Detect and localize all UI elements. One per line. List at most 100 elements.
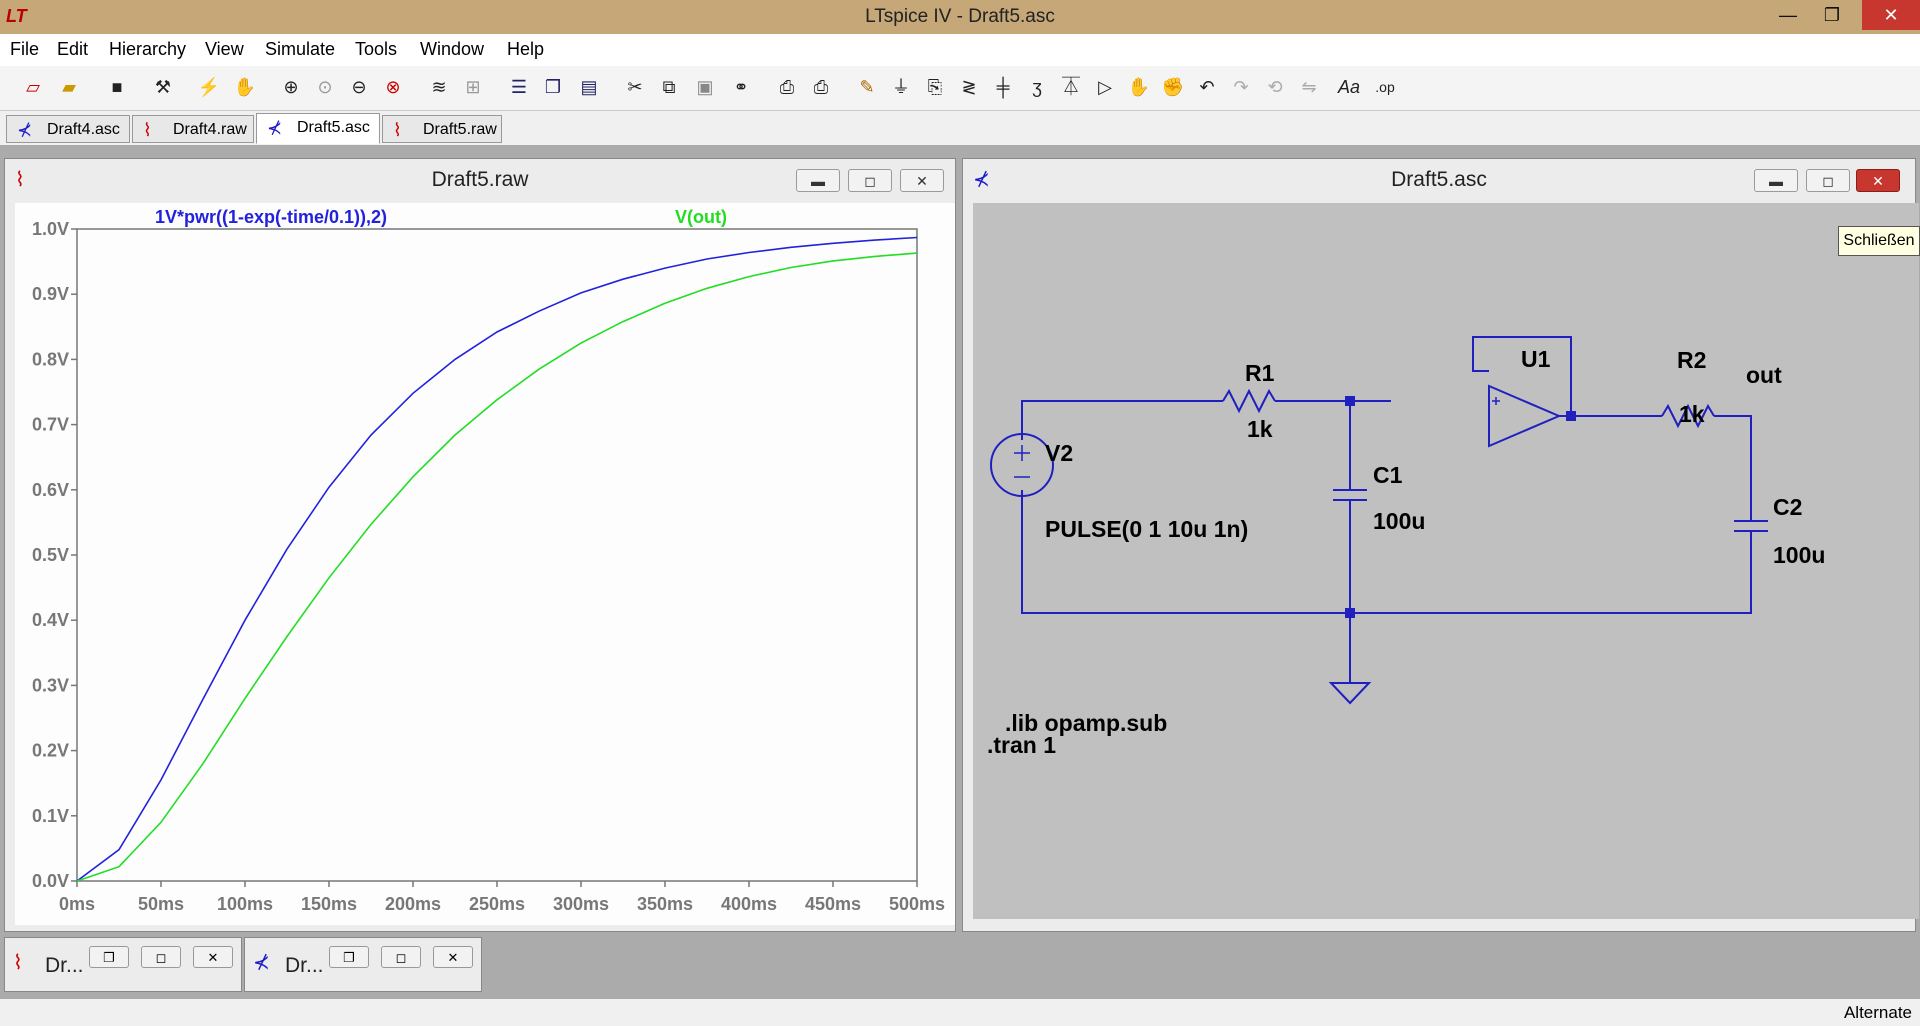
menu-help[interactable]: Help [507,39,544,60]
minimized-window-waveform[interactable]: ⌇ Dr... ❐ ◻ ✕ [4,937,242,992]
x-tick-label: 0ms [59,894,95,914]
plot-window: ⌇ Draft5.raw 1V*pwr((1-exp(-time/0.1)),2… [4,158,956,932]
wire-icon[interactable]: ✎ [854,74,880,100]
c2-value[interactable]: 100u [1773,542,1825,568]
inductor-icon[interactable]: ʒ [1024,74,1050,100]
c1-value[interactable]: 100u [1373,508,1425,534]
v2-label[interactable]: V2 [1045,440,1073,466]
menu-tools[interactable]: Tools [355,39,397,60]
cut-icon[interactable]: ✂ [622,74,648,100]
trace-label-expression[interactable]: 1V*pwr((1-exp(-time/0.1)),2) [155,207,387,227]
copy-icon[interactable]: ⧉ [656,74,682,100]
title-bar: LT LTspice IV - Draft5.asc — ❐ ✕ [0,0,1920,34]
trace-label-vout[interactable]: V(out) [675,207,727,227]
c1-label[interactable]: C1 [1373,462,1403,488]
minimized-window-label: Dr... [45,954,84,977]
plot-close-button[interactable]: ✕ [900,169,944,192]
y-tick-label: 0.6V [32,480,69,500]
move-icon[interactable]: ✋ [1126,74,1152,100]
halt-icon[interactable]: ✋ [232,74,258,100]
plot-restore-button[interactable]: ◻ [848,169,892,192]
minimized-close-button[interactable]: ✕ [433,946,473,968]
open-folder-icon[interactable]: ▰ [56,74,82,100]
resistor-icon[interactable]: ≷ [956,74,982,100]
grid-icon[interactable]: ⊞ [460,74,486,100]
tile-vertical-icon[interactable]: ▤ [576,74,602,100]
menu-simulate[interactable]: Simulate [265,39,335,60]
schematic-minimize-button[interactable]: ▬ [1754,169,1798,192]
zoom-out-icon[interactable]: ⊖ [346,74,372,100]
zoom-fit-icon[interactable]: ⊗ [380,74,406,100]
window-title: LTspice IV - Draft5.asc [865,6,1055,27]
diode-icon[interactable]: ⏄ [1058,74,1084,100]
schematic-restore-button[interactable]: ◻ [1806,169,1850,192]
print-setup-icon[interactable]: ⎙ [774,74,800,100]
minimized-restore-button[interactable]: ❐ [89,946,129,968]
r2-value[interactable]: 1k [1679,401,1705,427]
schematic-close-button[interactable]: ✕ [1856,169,1900,192]
tab-draft4-asc[interactable]: ⊀ Draft4.asc [6,115,130,143]
waveform-plot[interactable]: 1V*pwr((1-exp(-time/0.1)),2) V(out) 0.0V… [15,203,955,925]
minimized-maximize-button[interactable]: ◻ [381,946,421,968]
y-tick-label: 0.8V [32,349,69,369]
find-icon[interactable]: ⚭ [728,74,754,100]
y-tick-label: 0.0V [32,871,69,891]
print-icon[interactable]: ⎙ [808,74,834,100]
spice-directive-icon[interactable]: .op [1372,74,1398,100]
menu-hierarchy[interactable]: Hierarchy [109,39,186,60]
minimize-button[interactable]: — [1766,0,1810,30]
text-icon[interactable]: Aa [1336,74,1362,100]
menu-edit[interactable]: Edit [57,39,88,60]
x-tick-label: 150ms [301,894,357,914]
maximize-button[interactable]: ❐ [1810,0,1854,30]
status-bar: Alternate [0,998,1920,1026]
r1-value[interactable]: 1k [1247,416,1273,442]
plot-minimize-button[interactable]: ▬ [796,169,840,192]
r2-label[interactable]: R2 [1677,347,1706,373]
capacitor-icon[interactable]: ╪ [990,74,1016,100]
x-tick-label: 450ms [805,894,861,914]
tab-draft5-asc[interactable]: ⊀ Draft5.asc [256,113,380,144]
y-tick-label: 0.5V [32,545,69,565]
redo-icon[interactable]: ↷ [1228,74,1254,100]
waveform-icon: ⌇ [13,952,23,974]
zoom-in-icon[interactable]: ⊕ [278,74,304,100]
y-tick-label: 0.3V [32,675,69,695]
minimized-maximize-button[interactable]: ◻ [141,946,181,968]
v2-value[interactable]: PULSE(0 1 10u 1n) [1045,516,1248,542]
rotate-icon[interactable]: ⟲ [1262,74,1288,100]
tran-directive[interactable]: .tran 1 [987,732,1056,758]
c2-label[interactable]: C2 [1773,494,1802,520]
schematic-window: ⊀ Draft5.asc R1 1k R2 1k U1 out V2 PULSE… [962,158,1919,932]
menu-window[interactable]: Window [420,39,484,60]
minimized-close-button[interactable]: ✕ [193,946,233,968]
new-schematic-icon[interactable]: ▱ [20,74,46,100]
minimized-window-schematic[interactable]: ⊀ Dr... ❐ ◻ ✕ [244,937,482,992]
ground-icon[interactable]: ⏚ [888,74,914,100]
schematic-canvas[interactable]: R1 1k R2 1k U1 out V2 PULSE(0 1 10u 1n) … [973,203,1919,919]
tab-draft4-raw[interactable]: ⌇ Draft4.raw [132,115,254,143]
minimized-restore-button[interactable]: ❐ [329,946,369,968]
control-panel-icon[interactable]: ⚒ [150,74,176,100]
save-icon[interactable]: ■ [104,74,130,100]
menu-view[interactable]: View [205,39,244,60]
drag-icon[interactable]: ✊ [1160,74,1186,100]
component-icon[interactable]: ▷ [1092,74,1118,100]
run-icon[interactable]: ⚡ [196,74,222,100]
out-net-label[interactable]: out [1746,362,1782,388]
close-button[interactable]: ✕ [1862,0,1920,30]
u1-label[interactable]: U1 [1521,346,1551,372]
mirror-icon[interactable]: ⇋ [1296,74,1322,100]
pan-icon[interactable]: ⊙ [312,74,338,100]
tab-draft5-raw[interactable]: ⌇ Draft5.raw [382,115,502,143]
r1-label[interactable]: R1 [1245,360,1275,386]
menu-file[interactable]: File [10,39,39,60]
autorange-icon[interactable]: ≋ [426,74,452,100]
y-tick-label: 0.1V [32,806,69,826]
tile-horizontal-icon[interactable]: ☰ [506,74,532,100]
undo-icon[interactable]: ↶ [1194,74,1220,100]
label-net-icon[interactable]: ⎘ [922,74,948,100]
x-tick-label: 50ms [138,894,184,914]
paste-icon[interactable]: ▣ [692,74,718,100]
cascade-icon[interactable]: ❐ [540,74,566,100]
